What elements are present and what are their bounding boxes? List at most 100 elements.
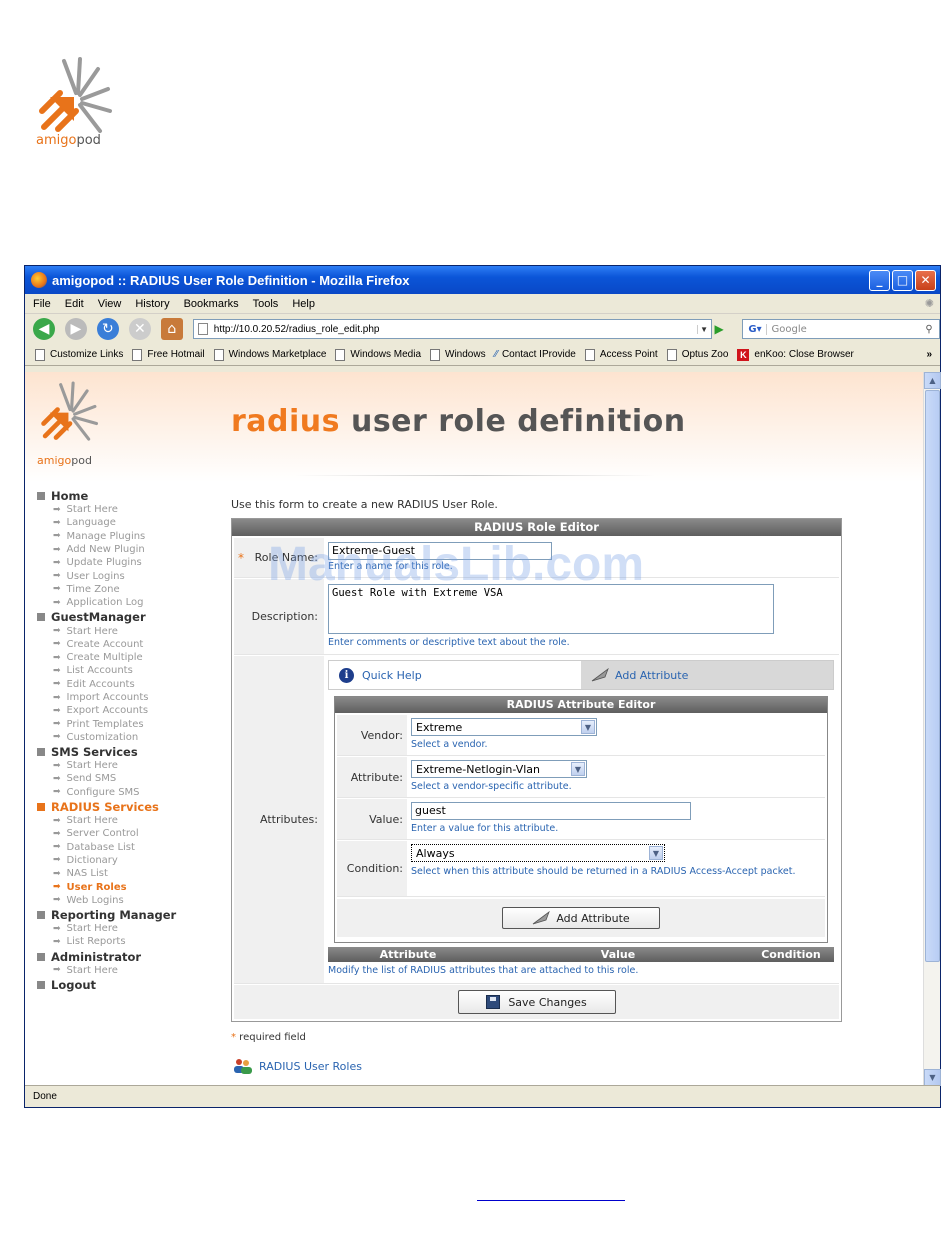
page-icon	[430, 348, 441, 361]
minimize-button[interactable]: _	[869, 269, 890, 291]
go-arrow-icon[interactable]: ▶	[715, 322, 733, 336]
tab-add-attribute[interactable]: Add Attribute	[581, 661, 833, 689]
arrow-right-icon: ➡	[53, 868, 61, 879]
sidebar-item[interactable]: ➡ Web Logins	[37, 894, 227, 907]
bookmark-item[interactable]: Optus Zoo	[666, 348, 728, 361]
menu-history[interactable]: History	[135, 298, 169, 310]
sidebar-item[interactable]: ➡ Application Log	[37, 596, 227, 609]
sidebar-item[interactable]: ➡ Add New Plugin	[37, 543, 227, 556]
maximize-button[interactable]: □	[892, 269, 913, 291]
attribute-select[interactable]: Extreme-Netlogin-Vlan ▼	[411, 760, 587, 778]
back-arrow-icon[interactable]: ◀	[33, 318, 55, 340]
google-icon[interactable]: G▾	[743, 323, 768, 335]
bookmark-item[interactable]: Access Point	[584, 348, 658, 361]
vendor-select[interactable]: Extreme ▼	[411, 718, 597, 736]
sidebar-section-radius[interactable]: RADIUS Services	[37, 800, 227, 814]
bookmark-item[interactable]: Free Hotmail	[132, 348, 205, 361]
sidebar-item[interactable]: ➡ Print Templates	[37, 717, 227, 730]
col-attribute: Attribute	[379, 948, 437, 961]
sidebar-item[interactable]: ➡ List Reports	[37, 935, 227, 948]
sidebar-item[interactable]: ➡ Send SMS	[37, 772, 227, 785]
sidebar-item-user-roles[interactable]: ➡ User Roles	[37, 880, 227, 893]
url-dropdown-icon[interactable]: ▼	[696, 324, 711, 334]
arrow-right-icon: ➡	[53, 544, 61, 555]
sidebar-item[interactable]: ➡ Configure SMS	[37, 786, 227, 799]
sidebar-section-home[interactable]: Home	[37, 489, 227, 503]
sidebar-item[interactable]: ➡ Create Multiple	[37, 651, 227, 664]
sidebar-section-sms[interactable]: SMS Services	[37, 745, 227, 759]
sidebar-item[interactable]: ➡ Edit Accounts	[37, 678, 227, 691]
tab-quick-help[interactable]: i Quick Help	[329, 661, 581, 689]
value-input[interactable]: guest	[411, 802, 691, 820]
arrow-right-icon: ➡	[53, 773, 61, 784]
sidebar-item[interactable]: ➡ Create Account	[37, 638, 227, 651]
sidebar-item[interactable]: ➡ Start Here	[37, 624, 227, 637]
chevron-down-icon: ▼	[649, 846, 663, 860]
bookmark-item[interactable]: Windows Marketplace	[213, 348, 326, 361]
url-bar[interactable]: http://10.0.20.52/radius_role_edit.php ▼	[192, 319, 712, 339]
search-bar[interactable]: G▾ Google ⚲	[742, 319, 941, 339]
firefox-window: amigopod :: RADIUS User Role Definition …	[24, 265, 941, 1108]
arrow-right-icon: ➡	[53, 504, 61, 515]
role-name-hint: Enter a name for this role.	[328, 561, 453, 572]
radius-user-roles-link[interactable]: RADIUS User Roles	[233, 1058, 362, 1074]
scroll-up-icon[interactable]: ▲	[924, 372, 941, 389]
menu-tools[interactable]: Tools	[253, 298, 279, 310]
home-icon[interactable]: ⌂	[160, 318, 183, 340]
sidebar-item[interactable]: ➡ Start Here	[37, 814, 227, 827]
sidebar-section-logout[interactable]: Logout	[37, 978, 227, 992]
chevron-down-icon: ▼	[571, 762, 585, 776]
menu-view[interactable]: View	[98, 298, 122, 310]
sidebar-section-reporting[interactable]: Reporting Manager	[37, 908, 227, 922]
save-changes-button[interactable]: Save Changes	[457, 990, 616, 1014]
sidebar-item[interactable]: ➡ User Logins	[37, 569, 227, 582]
bookmark-item[interactable]: ⁄⁄ Contact IProvide	[495, 349, 576, 360]
sidebar-item[interactable]: ➡ Customization	[37, 731, 227, 744]
sidebar-item[interactable]: ➡ NAS List	[37, 867, 227, 880]
forward-arrow-icon[interactable]: ▶	[64, 318, 87, 340]
condition-field: Always ▼ Select when this attribute shoul…	[411, 844, 811, 878]
sidebar-item[interactable]: ➡ Language	[37, 516, 227, 529]
menu-file[interactable]: File	[33, 298, 51, 310]
role-name-input[interactable]: Extreme-Guest	[328, 542, 552, 560]
sidebar-item[interactable]: ➡ Time Zone	[37, 583, 227, 596]
sidebar-item[interactable]: ➡ Start Here	[37, 759, 227, 772]
sidebar-item[interactable]: ➡ Export Accounts	[37, 704, 227, 717]
sidebar-item[interactable]: ➡ Import Accounts	[37, 691, 227, 704]
sidebar-section-guestmanager[interactable]: GuestManager	[37, 610, 227, 624]
scrollbar-thumb[interactable]	[925, 390, 940, 962]
description-textarea[interactable]: Guest Role with Extreme VSA	[328, 584, 774, 634]
close-button[interactable]: ✕	[915, 269, 936, 291]
stop-icon[interactable]: ✕	[128, 318, 151, 340]
sidebar-item[interactable]: ➡ Server Control	[37, 827, 227, 840]
bookmark-item[interactable]: Windows	[430, 348, 486, 361]
menu-bookmarks[interactable]: Bookmarks	[184, 298, 239, 310]
sidebar-section-administrator[interactable]: Administrator	[37, 950, 227, 964]
bookmark-item[interactable]: KenKoo: Close Browser	[737, 348, 854, 361]
info-icon: i	[339, 667, 354, 683]
scroll-down-icon[interactable]: ▼	[924, 1069, 941, 1086]
attribute-row: Attribute: Extreme-Netlogin-Vlan ▼ Select…	[337, 757, 825, 798]
sidebar-item[interactable]: ➡ Database List	[37, 841, 227, 854]
bookmark-item[interactable]: Customize Links	[35, 348, 123, 361]
bottom-link-underline[interactable]	[477, 1200, 625, 1201]
sidebar-item[interactable]: ➡ Start Here	[37, 503, 227, 516]
attributes-hint: Modify the list of RADIUS attributes tha…	[328, 965, 639, 976]
sidebar-item[interactable]: ➡ Update Plugins	[37, 556, 227, 569]
reload-icon[interactable]: ↻	[96, 318, 119, 340]
bullet-icon	[37, 613, 45, 622]
navigation-toolbar: ◀ ▶ ↻ ✕ ⌂ http://10.0.20.52/radius_role_…	[25, 314, 941, 344]
menu-help[interactable]: Help	[292, 298, 315, 310]
add-attribute-button[interactable]: Add Attribute	[502, 907, 660, 929]
sidebar-item[interactable]: ➡ List Accounts	[37, 664, 227, 677]
condition-select[interactable]: Always ▼	[411, 844, 665, 862]
sidebar-item[interactable]: ➡ Start Here	[37, 964, 227, 977]
menu-edit[interactable]: Edit	[65, 298, 84, 310]
sidebar-item[interactable]: ➡ Manage Plugins	[37, 530, 227, 543]
bookmarks-overflow-button[interactable]: »	[926, 349, 932, 360]
search-icon[interactable]: ⚲	[919, 324, 939, 335]
vertical-scrollbar[interactable]: ▲ ▼	[923, 372, 941, 1086]
bookmark-item[interactable]: Windows Media	[335, 348, 421, 361]
sidebar-item[interactable]: ➡ Dictionary	[37, 854, 227, 867]
sidebar-item[interactable]: ➡ Start Here	[37, 922, 227, 935]
